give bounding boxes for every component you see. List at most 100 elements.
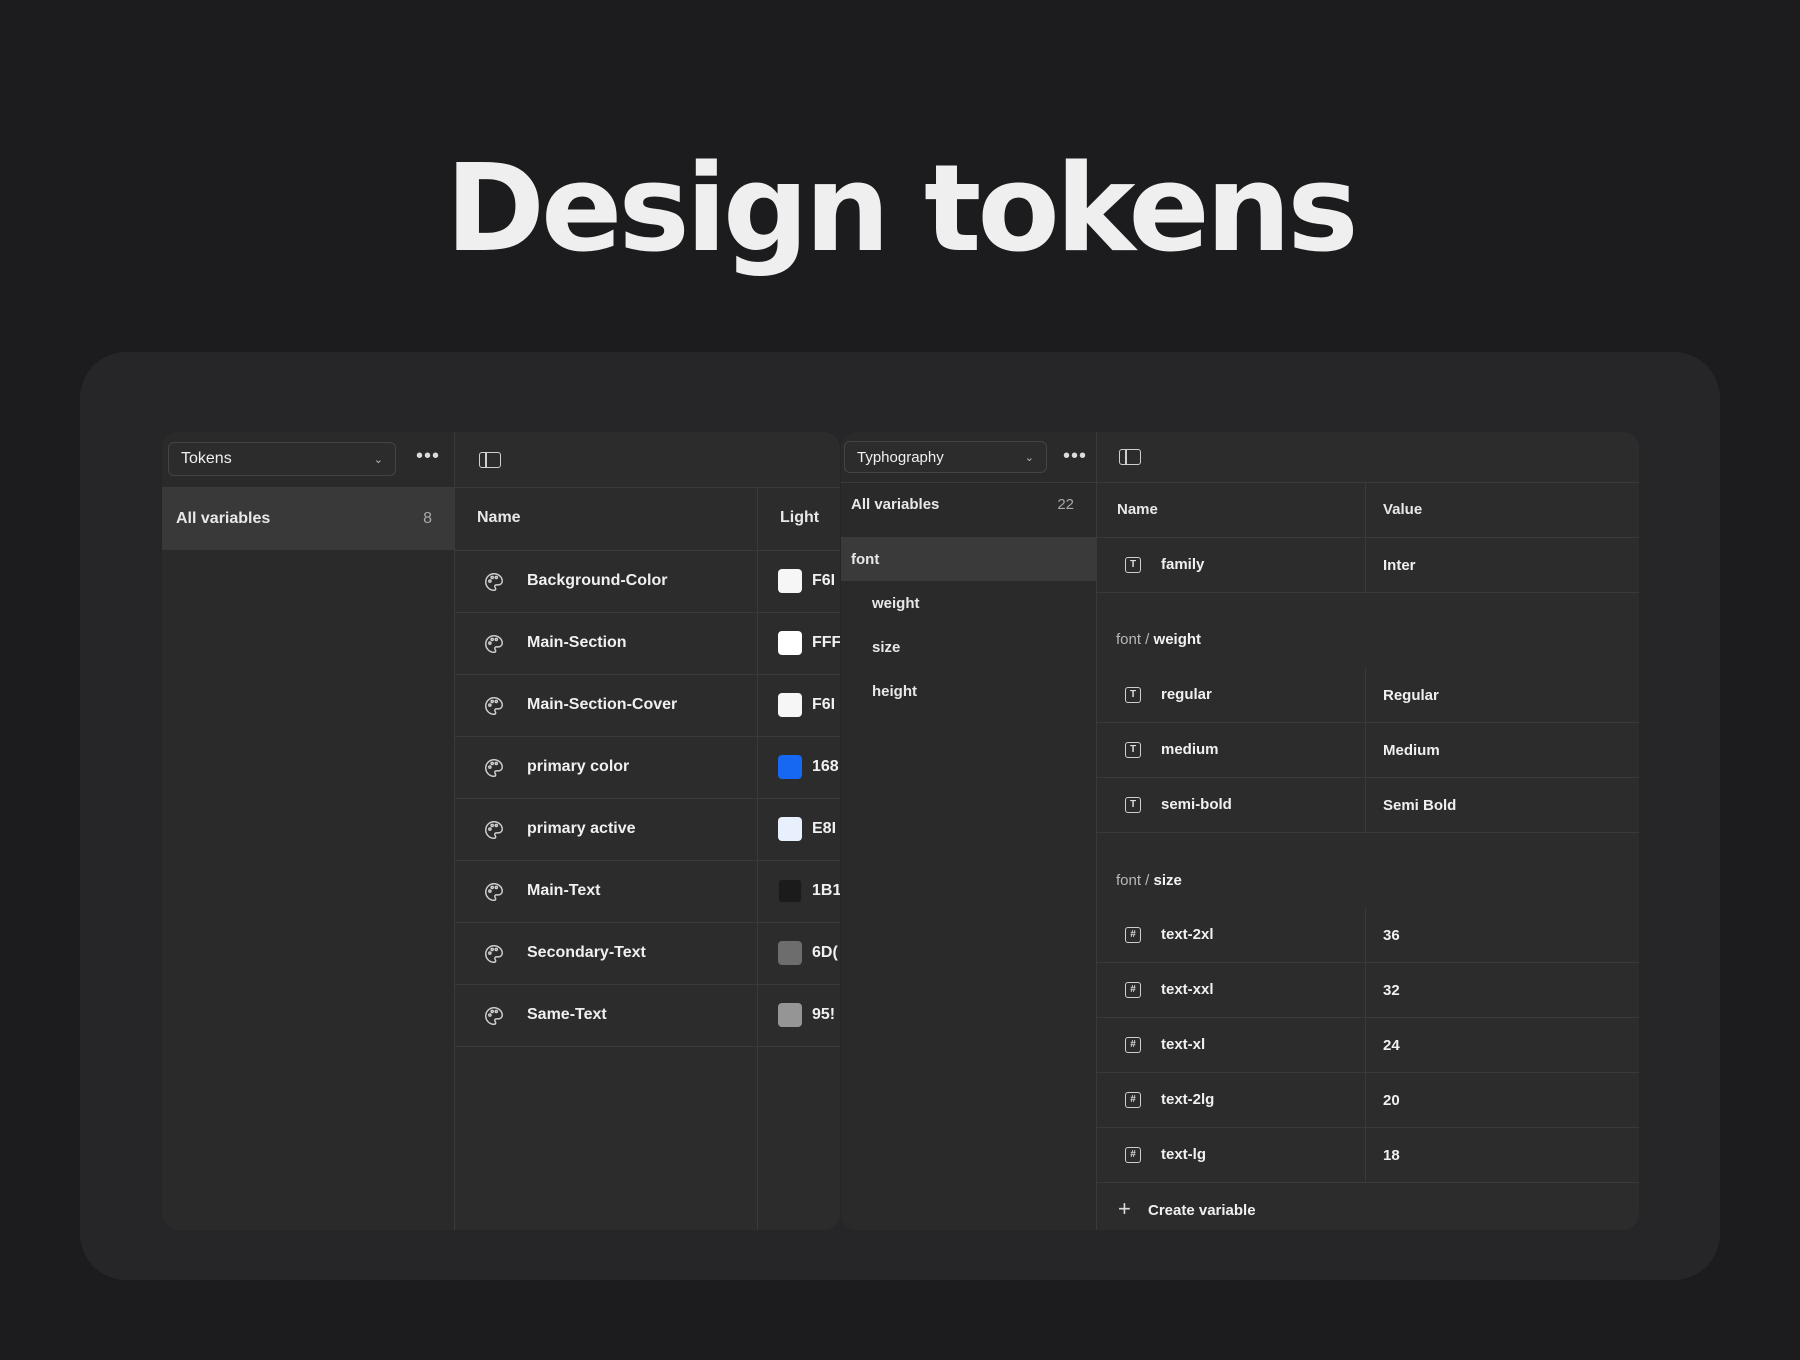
group-weight[interactable]: weight — [841, 581, 1096, 625]
page-title: Design tokens — [445, 140, 1358, 279]
variable-name: text-2xl — [1161, 926, 1214, 943]
column-header-name: Name — [477, 509, 521, 526]
group-label: height — [872, 682, 917, 700]
color-swatch[interactable] — [778, 755, 802, 779]
table-row[interactable]: primary active E8I — [455, 799, 840, 861]
column-divider — [1365, 538, 1366, 592]
variable-name: text-lg — [1161, 1146, 1206, 1163]
variable-value: 32 — [1383, 982, 1400, 999]
variable-name: regular — [1161, 686, 1212, 703]
column-divider — [1365, 723, 1366, 777]
table-row[interactable]: Main-Section-Cover F6I — [455, 675, 840, 737]
sidebar-toggle-icon[interactable] — [479, 452, 501, 468]
table-row[interactable]: Tregular Regular — [1097, 668, 1639, 723]
variable-name: Same-Text — [527, 1006, 607, 1023]
palette-icon — [483, 695, 505, 717]
variable-name: text-xl — [1161, 1036, 1206, 1053]
color-swatch[interactable] — [778, 879, 802, 903]
color-swatch[interactable] — [778, 817, 802, 841]
chevron-down-icon: ⌄ — [1024, 451, 1034, 464]
column-header-mode: Light — [780, 509, 820, 526]
typography-panel: Typhography ⌄ ••• All variables 22 font … — [841, 432, 1639, 1230]
column-header-name: Name — [1117, 501, 1158, 518]
palette-icon — [483, 1005, 505, 1027]
color-swatch[interactable] — [778, 569, 802, 593]
group-label: weight — [872, 594, 920, 612]
table-row[interactable]: primary color 168 — [455, 737, 840, 799]
text-icon: T — [1125, 557, 1141, 573]
more-options-icon[interactable]: ••• — [416, 446, 440, 466]
variable-name: Main-Text — [527, 882, 601, 899]
table-row[interactable]: # text-xxl 32 — [1097, 963, 1639, 1018]
variable-name: text-xxl — [1161, 981, 1214, 998]
sidebar-item-all-variables[interactable]: All variables 8 — [162, 488, 454, 550]
sidebar-item-all-variables[interactable]: All variables 22 — [841, 482, 1096, 526]
palette-icon — [483, 571, 505, 593]
table-row[interactable]: Main-Text 1B1 — [455, 861, 840, 923]
number-icon: # — [1125, 1037, 1141, 1053]
table-row[interactable]: Secondary-Text 6D( — [455, 923, 840, 985]
collection-name: Typhography — [857, 448, 944, 466]
variable-count: 8 — [423, 510, 432, 527]
section-header-weight: font / weight — [1116, 631, 1202, 648]
table-row[interactable]: Background-Color F6I — [455, 551, 840, 613]
column-divider — [1365, 1073, 1366, 1127]
variable-count: 22 — [1057, 495, 1074, 513]
table-row[interactable]: # text-2xl 36 — [1097, 908, 1639, 963]
color-swatch[interactable] — [778, 941, 802, 965]
table-row[interactable]: # text-2lg 20 — [1097, 1073, 1639, 1128]
group-label: font — [851, 550, 880, 568]
color-value: F6I — [812, 696, 836, 713]
color-value: E8I — [812, 820, 837, 837]
chevron-down-icon: ⌄ — [373, 453, 383, 466]
table-row[interactable]: Tsemi-bold Semi Bold — [1097, 778, 1639, 833]
number-icon: # — [1125, 1092, 1141, 1108]
typography-toolbar: Typhography ⌄ ••• — [841, 432, 1639, 483]
variable-value: 18 — [1383, 1147, 1400, 1164]
table-header: Name Value — [1097, 482, 1639, 538]
table-row[interactable]: # text-lg 18 — [1097, 1128, 1639, 1183]
tokens-toolbar: Tokens ⌄ ••• — [162, 432, 840, 488]
text-icon: T — [1125, 742, 1141, 758]
color-swatch[interactable] — [778, 631, 802, 655]
palette-icon — [483, 757, 505, 779]
collection-dropdown[interactable]: Tokens ⌄ — [168, 442, 396, 476]
color-value: F6I — [812, 572, 836, 589]
variable-name: Main-Section — [527, 634, 627, 651]
number-icon: # — [1125, 982, 1141, 998]
sidebar-toggle-icon[interactable] — [1119, 449, 1141, 465]
variable-value: 20 — [1383, 1092, 1400, 1109]
group-font[interactable]: font — [841, 537, 1096, 581]
table-header: Name Light — [455, 488, 840, 551]
column-divider — [1365, 668, 1366, 722]
create-variable-button[interactable]: Create variable — [1148, 1202, 1256, 1219]
column-divider — [1365, 1018, 1366, 1072]
tokens-sidebar — [162, 432, 455, 1230]
table-row[interactable]: Tmedium Medium — [1097, 723, 1639, 778]
sidebar-item-label: All variables — [176, 510, 271, 527]
group-label: size — [872, 638, 901, 656]
group-size[interactable]: size — [841, 625, 1096, 669]
table-row[interactable]: # text-xl 24 — [1097, 1018, 1639, 1073]
column-header-value: Value — [1383, 501, 1423, 518]
column-divider — [1365, 1128, 1366, 1182]
text-icon: T — [1125, 687, 1141, 703]
variable-value: Regular — [1383, 687, 1439, 704]
color-value: FFF — [812, 634, 840, 651]
collection-dropdown[interactable]: Typhography ⌄ — [844, 441, 1047, 473]
tokens-panel: Tokens ⌄ ••• All variables 8 Name Light … — [162, 432, 840, 1230]
variable-name: Main-Section-Cover — [527, 696, 678, 713]
palette-icon — [483, 943, 505, 965]
more-options-icon[interactable]: ••• — [1063, 446, 1087, 466]
color-swatch[interactable] — [778, 693, 802, 717]
color-swatch[interactable] — [778, 1003, 802, 1027]
variable-name: primary color — [527, 758, 630, 775]
table-row[interactable]: Same-Text 95! — [455, 985, 840, 1047]
table-row[interactable]: T family Inter — [1097, 538, 1639, 593]
color-value: 168 — [812, 758, 839, 775]
table-row[interactable]: Main-Section FFF — [455, 613, 840, 675]
group-height[interactable]: height — [841, 669, 1096, 713]
plus-icon: + — [1118, 1196, 1131, 1221]
variable-value: 24 — [1383, 1037, 1400, 1054]
color-value: 6D( — [812, 944, 838, 961]
